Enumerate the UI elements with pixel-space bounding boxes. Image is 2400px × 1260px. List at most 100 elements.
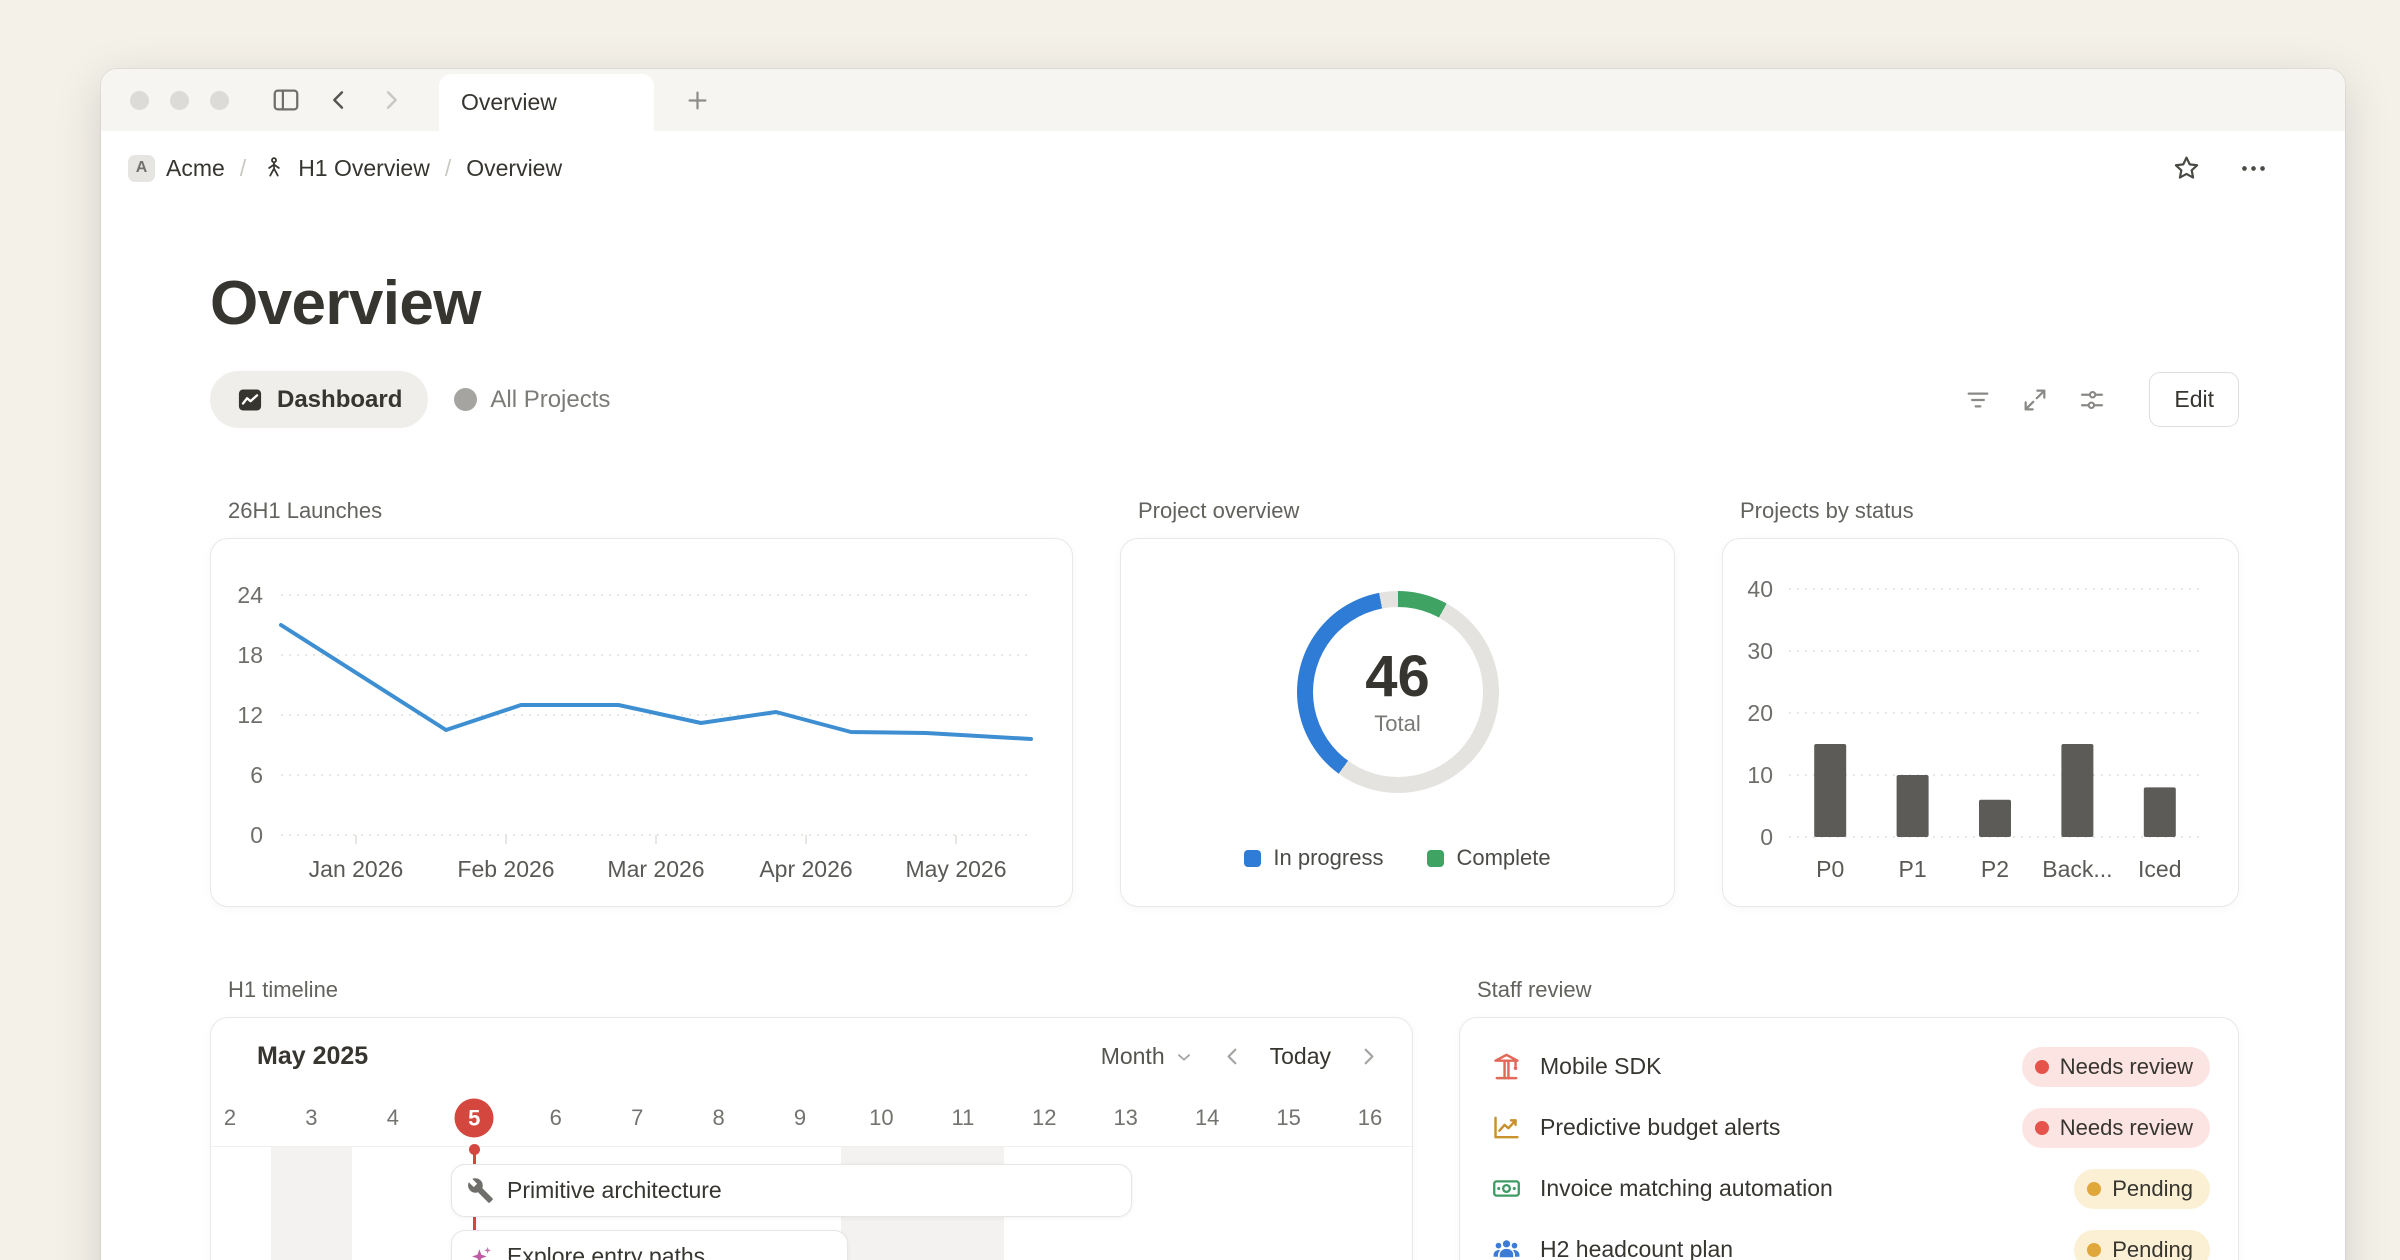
- breadcrumb-item-overview[interactable]: Overview: [466, 155, 562, 182]
- bar-chart-container: 010203040P0P1P2Back...Iced: [1723, 539, 2238, 906]
- tab-overview[interactable]: Overview: [439, 74, 654, 131]
- status-label: Needs review: [2060, 1054, 2193, 1080]
- expand-icon[interactable]: [2021, 386, 2049, 414]
- event-label: Explore entry paths: [507, 1243, 705, 1260]
- status-badge[interactable]: Needs review: [2022, 1047, 2210, 1087]
- y-tick-label: 6: [250, 762, 263, 788]
- calendar-day[interactable]: 13: [1113, 1105, 1137, 1131]
- timeline-prev-button[interactable]: [1219, 1043, 1246, 1070]
- y-tick-label: 40: [1747, 576, 1773, 602]
- line-chart-container: 06121824Jan 2026Feb 2026Mar 2026Apr 2026…: [211, 539, 1072, 906]
- settings-sliders-icon[interactable]: [2078, 386, 2106, 414]
- calendar-day[interactable]: 11: [951, 1105, 974, 1131]
- calendar-day[interactable]: 8: [712, 1105, 724, 1131]
- calendar-day[interactable]: 2: [224, 1105, 236, 1131]
- timeline-next-button[interactable]: [1355, 1043, 1382, 1070]
- workspace-avatar[interactable]: A: [128, 155, 155, 182]
- category-label: Iced: [2138, 856, 2181, 882]
- staff-row[interactable]: Predictive budget alerts Needs review: [1488, 1097, 2210, 1158]
- line-chart: 06121824Jan 2026Feb 2026Mar 2026Apr 2026…: [211, 539, 1072, 906]
- sparkle-icon: [467, 1243, 494, 1260]
- status-dot: [2087, 1182, 2101, 1196]
- view-tab-label: Dashboard: [277, 386, 402, 414]
- filter-icon[interactable]: [1964, 386, 1992, 414]
- trend-chart-icon: [1488, 1112, 1525, 1143]
- page-title: Overview: [210, 271, 2239, 337]
- sidebar-toggle-icon[interactable]: [271, 85, 301, 115]
- nav-back-button[interactable]: [325, 86, 353, 114]
- calendar-day[interactable]: 10: [869, 1105, 893, 1131]
- status-badge[interactable]: Pending: [2074, 1230, 2210, 1260]
- timeline-today-button[interactable]: Today: [1270, 1043, 1331, 1070]
- staff-row[interactable]: H2 headcount planPending: [1488, 1219, 2210, 1260]
- breadcrumb-items: A Acme / H1 Overview / Overview: [128, 155, 562, 182]
- calendar-day-selected[interactable]: 5: [455, 1099, 494, 1138]
- wrench-icon: [467, 1177, 494, 1204]
- breadcrumb-item-acme[interactable]: Acme: [166, 155, 225, 182]
- donut-total-label: Total: [1374, 711, 1420, 737]
- chart-title-launches: 26H1 Launches: [228, 498, 1073, 524]
- dashboard-cards: 26H1 Launches 06121824Jan 2026Feb 2026Ma…: [210, 498, 2239, 907]
- view-tab-all-projects[interactable]: All Projects: [454, 386, 610, 414]
- people-icon: [1488, 1234, 1525, 1260]
- status-label: Pending: [2112, 1237, 2193, 1260]
- timeline-view-label: Month: [1101, 1043, 1165, 1070]
- staff-item-label: Predictive budget alerts: [1540, 1114, 1780, 1141]
- breadcrumb-item-h1-overview[interactable]: H1 Overview: [298, 155, 430, 182]
- calendar-day[interactable]: 15: [1276, 1105, 1300, 1131]
- category-label: P1: [1899, 856, 1927, 882]
- donut-legend: In progress Complete: [1244, 845, 1550, 871]
- window-minimize-button[interactable]: [170, 91, 189, 110]
- chart-title-project-overview: Project overview: [1138, 498, 1675, 524]
- favorite-star-icon[interactable]: [2171, 153, 2202, 184]
- event-label: Primitive architecture: [507, 1177, 722, 1204]
- edit-button[interactable]: Edit: [2149, 372, 2239, 427]
- calendar-day[interactable]: 9: [794, 1105, 806, 1131]
- y-tick-label: 20: [1747, 700, 1773, 726]
- new-tab-icon[interactable]: [684, 87, 711, 114]
- timeline-controls: Month Today: [1101, 1043, 1382, 1070]
- project-overview-section: Project overview 46 Total In progressCom…: [1120, 498, 1675, 907]
- timeline-event-primitive-architecture[interactable]: Primitive architecture: [451, 1164, 1132, 1217]
- x-tick-label: Mar 2026: [607, 856, 704, 882]
- y-tick-label: 24: [237, 582, 263, 608]
- app-window: Overview A Acme / H1 Overview / Overview: [101, 69, 2345, 1260]
- window-nav: [271, 85, 405, 115]
- bar: [1897, 775, 1929, 837]
- staff-item-label: Mobile SDK: [1540, 1053, 1661, 1080]
- calendar-day[interactable]: 4: [387, 1105, 399, 1131]
- y-tick-label: 0: [250, 822, 263, 848]
- calendar-day[interactable]: 12: [1032, 1105, 1056, 1131]
- staff-row[interactable]: Mobile SDK Needs review: [1488, 1036, 2210, 1097]
- y-tick-label: 0: [1760, 824, 1773, 850]
- page-content: Overview Dashboard All Projects: [101, 271, 2345, 1260]
- calendar-day[interactable]: 14: [1195, 1105, 1219, 1131]
- window-zoom-button[interactable]: [210, 91, 229, 110]
- legend-item: Complete: [1427, 845, 1550, 871]
- timeline-section: H1 timeline May 2025 Month: [210, 977, 1413, 1260]
- timeline-event-explore-entry-paths[interactable]: Explore entry paths: [451, 1230, 848, 1260]
- calendar-day[interactable]: 6: [550, 1105, 562, 1131]
- timeline-view-selector[interactable]: Month: [1101, 1043, 1195, 1070]
- bar: [1814, 744, 1846, 837]
- category-label: P2: [1981, 856, 2009, 882]
- window-close-button[interactable]: [130, 91, 149, 110]
- status-badge[interactable]: Needs review: [2022, 1108, 2210, 1148]
- chevron-down-icon: [1173, 1046, 1195, 1068]
- legend-label: In progress: [1273, 845, 1383, 871]
- project-overview-card: 46 Total In progressComplete: [1120, 538, 1675, 907]
- view-tab-dashboard[interactable]: Dashboard: [210, 371, 428, 428]
- status-badge[interactable]: Pending: [2074, 1169, 2210, 1209]
- all-projects-icon: [454, 388, 477, 411]
- window-controls: [130, 91, 229, 110]
- nav-forward-button[interactable]: [377, 86, 405, 114]
- view-tab-label: All Projects: [490, 386, 610, 414]
- calendar-day[interactable]: 3: [305, 1105, 317, 1131]
- calendar-day[interactable]: 16: [1358, 1105, 1382, 1131]
- calendar-day[interactable]: 7: [631, 1105, 643, 1131]
- crane-icon: [1488, 1051, 1525, 1082]
- staff-row[interactable]: Invoice matching automationPending: [1488, 1158, 2210, 1219]
- dashboard-chart-icon: [236, 386, 264, 414]
- more-options-icon[interactable]: [2238, 153, 2269, 184]
- launches-chart-section: 26H1 Launches 06121824Jan 2026Feb 2026Ma…: [210, 498, 1073, 907]
